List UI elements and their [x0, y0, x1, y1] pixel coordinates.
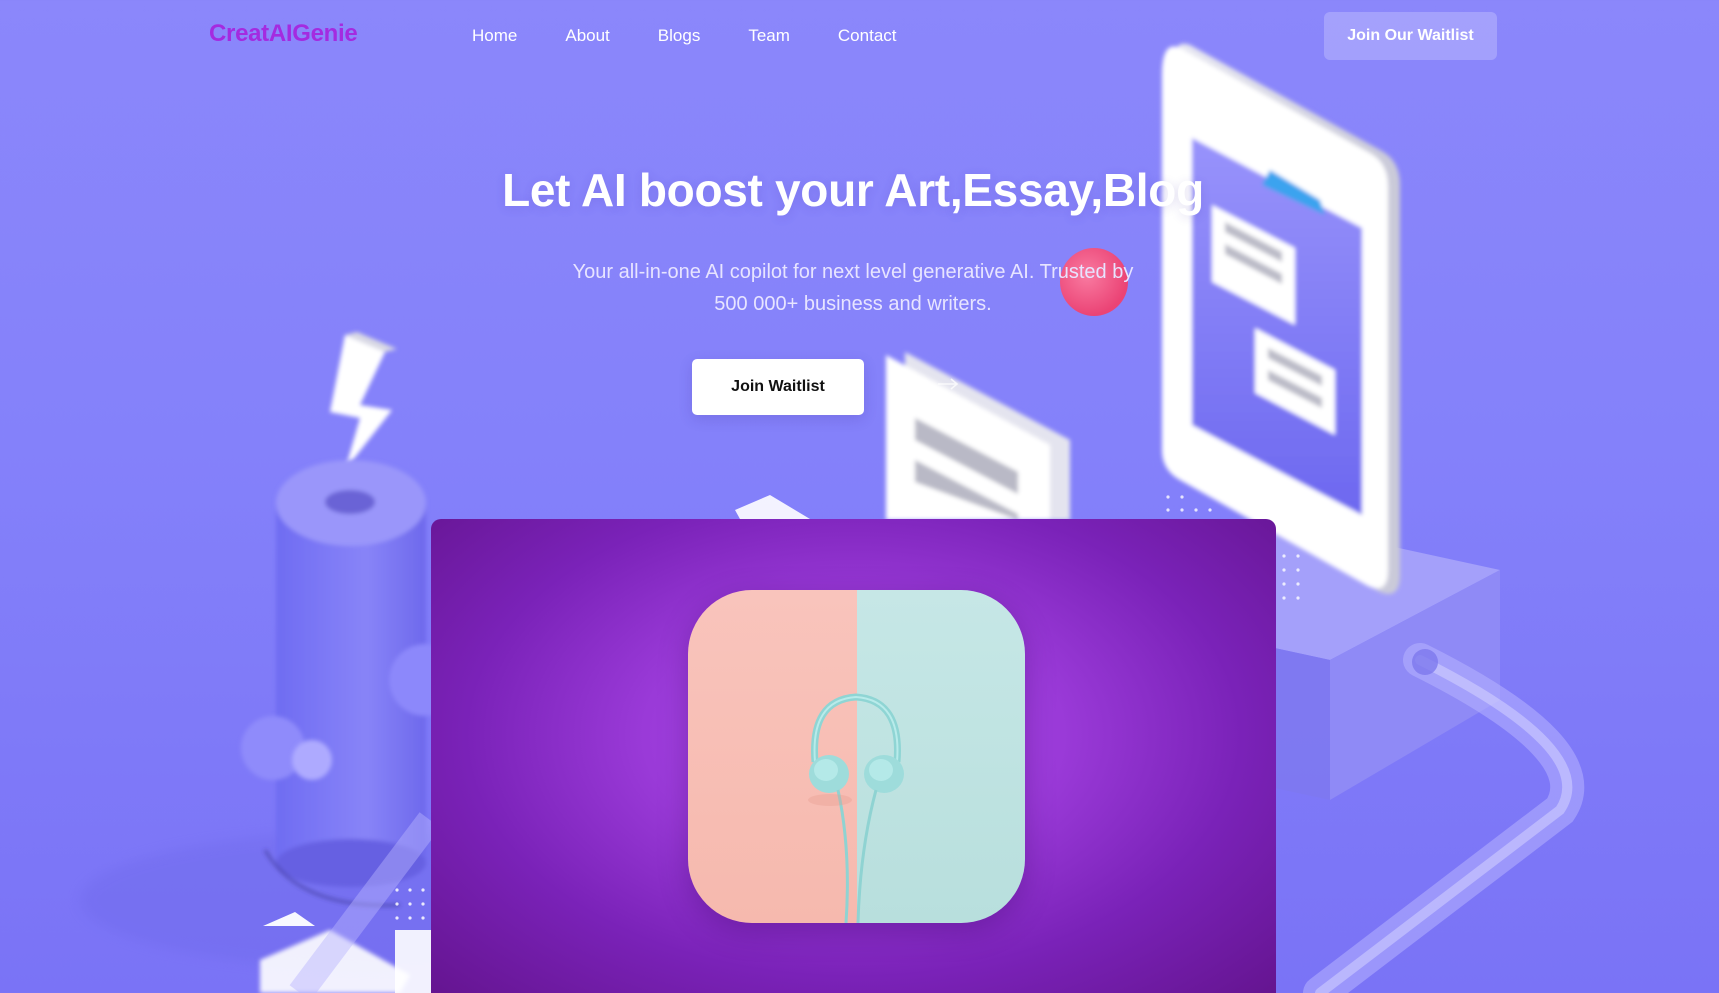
product-showcase	[431, 519, 1276, 993]
app-icon-image	[688, 590, 1025, 923]
join-our-waitlist-button[interactable]: Join Our Waitlist	[1324, 12, 1497, 60]
nav-link-blogs[interactable]: Blogs	[658, 26, 701, 46]
secondary-link-label: Join	[900, 375, 930, 392]
brand-logo[interactable]: CreatAIGenie	[209, 20, 358, 48]
top-nav: CreatAIGenie Home About Blogs Team Conta…	[0, 0, 1719, 72]
nav-link-team[interactable]: Team	[748, 26, 790, 46]
nav-link-about[interactable]: About	[565, 26, 609, 46]
nav-link-home[interactable]: Home	[472, 26, 517, 46]
headphones-icon	[808, 693, 904, 923]
nav-links: Home About Blogs Team Contact	[472, 26, 945, 46]
secondary-link[interactable]: Join	[900, 375, 959, 393]
phone-illustration	[1162, 43, 1400, 594]
hero-title: Let AI boost your Art,Essay,Blog	[502, 164, 1204, 216]
arrow-right-icon	[938, 378, 959, 390]
hero-subtitle: Your all-in-one AI copilot for next leve…	[572, 261, 1134, 315]
join-waitlist-button[interactable]: Join Waitlist	[692, 359, 864, 415]
lightning-bolt-icon	[330, 332, 397, 470]
nav-link-contact[interactable]: Contact	[838, 26, 897, 46]
